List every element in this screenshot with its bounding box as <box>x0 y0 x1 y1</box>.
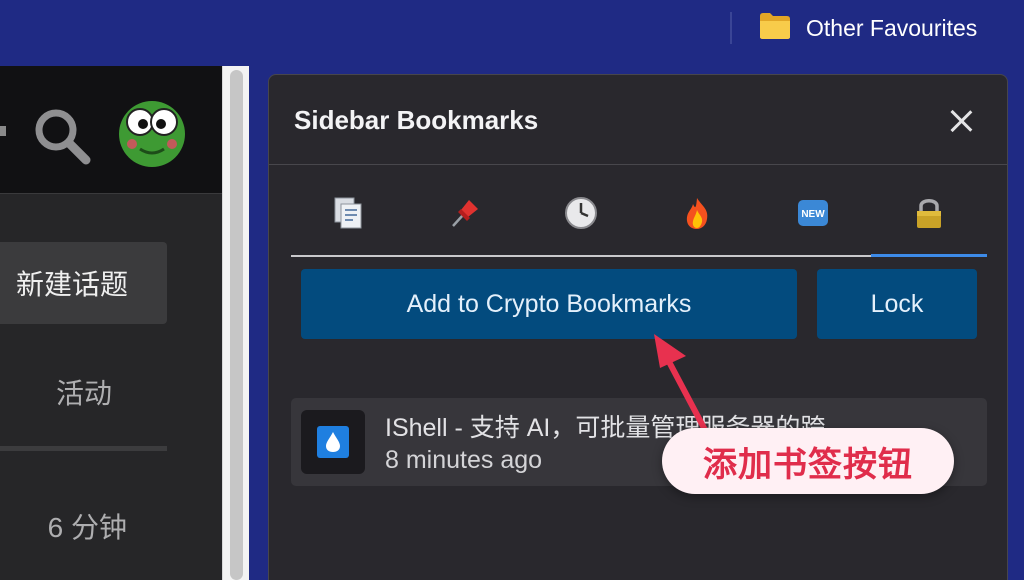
favourites-folder-label: Other Favourites <box>806 14 978 41</box>
tab-new[interactable]: NEW <box>755 175 871 255</box>
new-badge-icon: NEW <box>795 195 831 236</box>
header-icon-fragment <box>0 126 6 136</box>
folder-icon <box>758 11 792 46</box>
add-to-crypto-bookmarks-button[interactable]: Add to Crypto Bookmarks <box>301 269 797 339</box>
bookmark-favicon <box>301 410 365 474</box>
sidebar-bookmarks-panel: Sidebar Bookmarks NEW Add to Crypto Book… <box>268 74 1008 580</box>
tab-recent[interactable] <box>523 175 639 255</box>
clock-icon <box>563 195 599 236</box>
scrollbar-thumb[interactable] <box>230 70 243 580</box>
forum-header <box>0 66 222 194</box>
new-topic-button[interactable]: 新建话题 <box>0 242 167 324</box>
topic-activity-time: 6 分钟 <box>47 512 127 543</box>
lock-icon <box>911 195 947 236</box>
favourites-folder-other[interactable]: Other Favourites <box>758 10 977 46</box>
activity-divider <box>0 446 167 451</box>
user-avatar[interactable] <box>114 94 190 170</box>
annotation-callout: 添加书签按钮 <box>662 428 954 494</box>
activity-column-header: 活动 <box>55 378 112 409</box>
droplet-icon <box>317 426 349 458</box>
tab-pinned[interactable] <box>407 175 523 255</box>
tab-documents[interactable] <box>291 175 407 255</box>
bookmark-time: 8 minutes ago <box>385 446 543 474</box>
document-icon <box>331 195 367 236</box>
panel-title: Sidebar Bookmarks <box>294 105 539 135</box>
fire-icon <box>679 195 715 236</box>
annotation-arrow-icon <box>640 326 720 441</box>
new-badge-text: NEW <box>801 209 825 220</box>
panel-header: Sidebar Bookmarks <box>269 75 1007 165</box>
search-icon[interactable] <box>30 104 94 173</box>
forum-page: 新建话题 活动 6 分钟 <box>0 66 222 580</box>
close-icon[interactable] <box>943 103 979 139</box>
bookmark-tabs: NEW <box>291 175 987 257</box>
pushpin-icon <box>447 195 483 236</box>
tab-hot[interactable] <box>639 175 755 255</box>
favourites-divider <box>730 12 732 44</box>
tab-locked[interactable] <box>871 175 987 257</box>
page-scrollbar[interactable] <box>222 66 249 580</box>
lock-button[interactable]: Lock <box>817 269 977 339</box>
